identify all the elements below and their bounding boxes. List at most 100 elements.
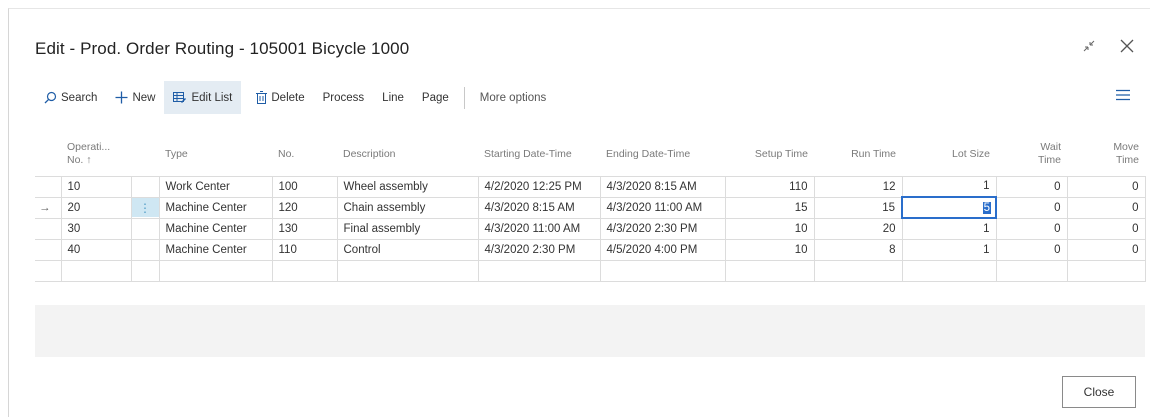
- cell-no[interactable]: 100: [271, 175, 338, 198]
- edit-list-button[interactable]: Edit List: [164, 81, 242, 114]
- col-move-time[interactable]: Move Time: [1067, 133, 1145, 176]
- cell-lot-size-editing[interactable]: 5: [901, 196, 997, 219]
- cell-operation-no[interactable]: 10: [60, 175, 132, 198]
- cell-wait-time[interactable]: 0: [995, 196, 1068, 219]
- table-row[interactable]: 10 Work Center 100 Wheel assembly 4/2/20…: [35, 175, 1146, 198]
- col-wait-time-line1: Wait: [1040, 141, 1061, 154]
- collapse-icon[interactable]: [1080, 37, 1098, 55]
- table-row-empty[interactable]: [35, 259, 1146, 282]
- cell-ending-date-time[interactable]: 4/3/2020 8:15 AM: [599, 175, 726, 198]
- cell-run-time[interactable]: 8: [813, 238, 903, 261]
- cell-starting-date-time[interactable]: 4/3/2020 2:30 PM: [477, 238, 601, 261]
- cell-starting-date-time[interactable]: 4/2/2020 12:25 PM: [477, 175, 601, 198]
- cell-empty[interactable]: [1066, 259, 1146, 282]
- cell-operation-no[interactable]: 20: [60, 196, 132, 219]
- cell-no[interactable]: 130: [271, 217, 338, 240]
- col-starting-date-time[interactable]: Starting Date-Time: [478, 133, 600, 176]
- cell-description[interactable]: Control: [336, 238, 479, 261]
- table-row[interactable]: 30 Machine Center 130 Final assembly 4/3…: [35, 217, 1146, 240]
- cell-starting-date-time[interactable]: 4/3/2020 11:00 AM: [477, 217, 601, 240]
- cell-lot-size[interactable]: 1: [901, 217, 997, 240]
- cell-empty[interactable]: [995, 259, 1068, 282]
- col-run-time[interactable]: Run Time: [814, 133, 902, 176]
- cell-wait-time[interactable]: 0: [995, 238, 1068, 261]
- more-options-button[interactable]: More options: [471, 81, 555, 114]
- col-no[interactable]: No.: [272, 133, 337, 176]
- cell-move-time[interactable]: 0: [1066, 217, 1146, 240]
- cell-empty[interactable]: [477, 259, 601, 282]
- col-setup-time[interactable]: Setup Time: [725, 133, 814, 176]
- cell-setup-time[interactable]: 10: [724, 217, 815, 240]
- cell-empty[interactable]: [336, 259, 479, 282]
- cell-empty[interactable]: [724, 259, 815, 282]
- delete-button[interactable]: Delete: [247, 81, 313, 114]
- cell-type[interactable]: Machine Center: [158, 217, 273, 240]
- cell-run-time[interactable]: 20: [813, 217, 903, 240]
- col-wait-time[interactable]: Wait Time: [996, 133, 1067, 176]
- cell-handle[interactable]: [130, 238, 160, 261]
- close-button[interactable]: Close: [1062, 376, 1136, 408]
- cell-wait-time[interactable]: 0: [995, 217, 1068, 240]
- row-marker: [35, 217, 62, 240]
- cell-empty[interactable]: [813, 259, 903, 282]
- cell-empty[interactable]: [271, 259, 338, 282]
- edit-list-label: Edit List: [191, 91, 233, 104]
- cell-operation-no[interactable]: 30: [60, 217, 132, 240]
- col-description[interactable]: Description: [337, 133, 478, 176]
- cell-ending-date-time[interactable]: 4/3/2020 11:00 AM: [599, 196, 726, 219]
- cell-setup-time[interactable]: 110: [724, 175, 815, 198]
- cell-no[interactable]: 110: [271, 238, 338, 261]
- col-operation-no[interactable]: Operati... No. ↑: [61, 133, 131, 176]
- col-operation-no-line1: Operati...: [67, 141, 111, 154]
- line-label: Line: [382, 91, 404, 104]
- new-button[interactable]: New: [106, 81, 164, 114]
- cell-empty[interactable]: [158, 259, 273, 282]
- page-menu[interactable]: Page: [413, 81, 458, 114]
- cell-ending-date-time[interactable]: 4/5/2020 4:00 PM: [599, 238, 726, 261]
- cell-lot-size[interactable]: 1: [901, 175, 997, 198]
- cell-empty[interactable]: [599, 259, 726, 282]
- cell-empty[interactable]: [901, 259, 997, 282]
- cell-ending-date-time[interactable]: 4/3/2020 2:30 PM: [599, 217, 726, 240]
- table-row[interactable]: → 20 ⋮ Machine Center 120 Chain assembly…: [35, 196, 1146, 219]
- cell-description[interactable]: Chain assembly: [336, 196, 479, 219]
- lot-size-selected-value[interactable]: 5: [982, 201, 991, 214]
- cell-type[interactable]: Work Center: [158, 175, 273, 198]
- cell-move-time[interactable]: 0: [1066, 238, 1146, 261]
- cell-setup-time[interactable]: 10: [724, 238, 815, 261]
- cell-lot-size[interactable]: 1: [901, 238, 997, 261]
- hamburger-icon[interactable]: [1116, 89, 1130, 104]
- col-type[interactable]: Type: [159, 133, 272, 176]
- cell-type[interactable]: Machine Center: [158, 238, 273, 261]
- col-lot-size[interactable]: Lot Size: [902, 133, 996, 176]
- cell-move-time[interactable]: 0: [1066, 196, 1146, 219]
- search-button[interactable]: Search: [35, 81, 106, 114]
- close-icon[interactable]: [1118, 37, 1136, 55]
- process-menu[interactable]: Process: [314, 81, 374, 114]
- edit-dialog: Edit - Prod. Order Routing - 105001 Bicy…: [8, 8, 1150, 417]
- cell-run-time[interactable]: 12: [813, 175, 903, 198]
- col-spacer: [35, 133, 61, 176]
- cell-handle[interactable]: [130, 217, 160, 240]
- plus-icon: [115, 91, 128, 104]
- cell-empty[interactable]: [60, 259, 132, 282]
- cell-description[interactable]: Final assembly: [336, 217, 479, 240]
- cell-setup-time[interactable]: 15: [724, 196, 815, 219]
- col-ending-date-time[interactable]: Ending Date-Time: [600, 133, 725, 176]
- row-action-handle[interactable]: ⋮: [130, 196, 160, 219]
- cell-run-time[interactable]: 15: [813, 196, 903, 219]
- cell-empty[interactable]: [130, 259, 160, 282]
- table-row[interactable]: 40 Machine Center 110 Control 4/3/2020 2…: [35, 238, 1146, 261]
- cell-move-time[interactable]: 0: [1066, 175, 1146, 198]
- grid-empty-area: [35, 305, 1145, 357]
- cell-description[interactable]: Wheel assembly: [336, 175, 479, 198]
- window-controls: [1080, 37, 1136, 55]
- cell-handle[interactable]: [130, 175, 160, 198]
- cell-no[interactable]: 120: [271, 196, 338, 219]
- cell-starting-date-time[interactable]: 4/3/2020 8:15 AM: [477, 196, 601, 219]
- cell-operation-no[interactable]: 40: [60, 238, 132, 261]
- cell-type[interactable]: Machine Center: [158, 196, 273, 219]
- cell-wait-time[interactable]: 0: [995, 175, 1068, 198]
- line-menu[interactable]: Line: [373, 81, 413, 114]
- search-label: Search: [61, 91, 98, 104]
